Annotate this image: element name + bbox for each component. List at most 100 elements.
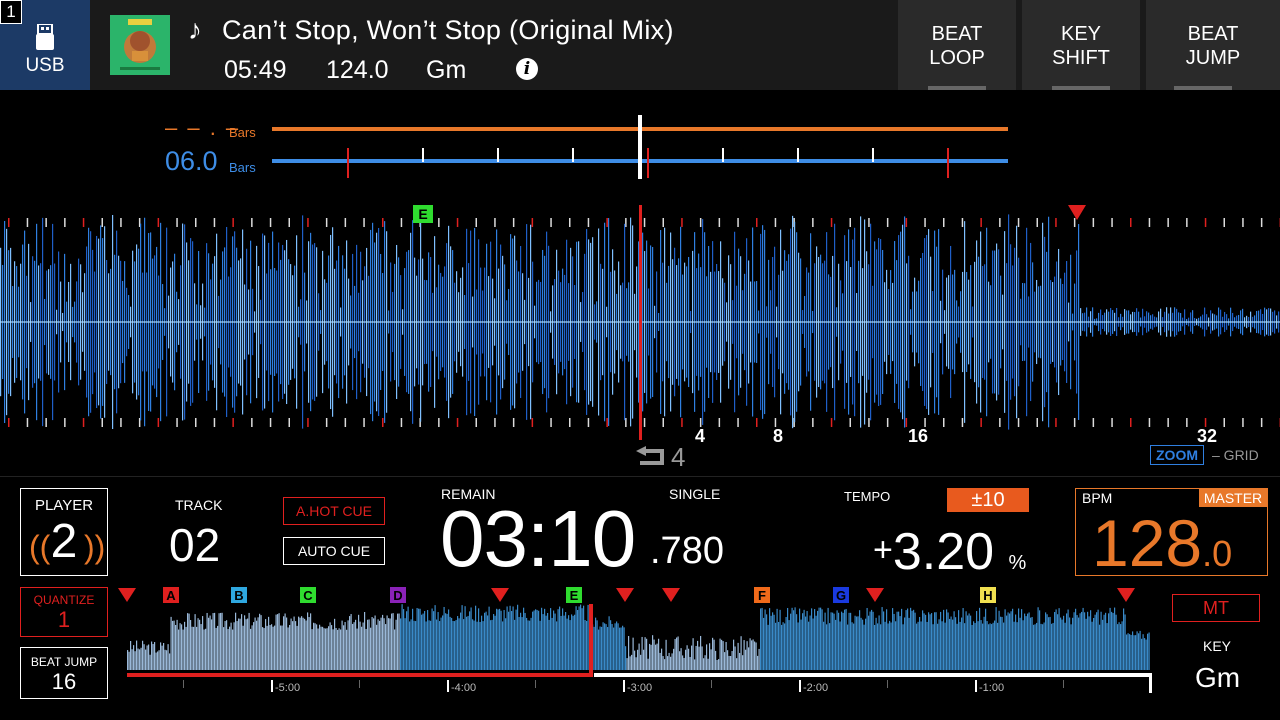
overview-bar (1024, 613, 1026, 670)
phase-meter (272, 115, 1008, 179)
overview-bar (635, 657, 637, 670)
overview-bar (458, 618, 460, 670)
overview-bar (1117, 624, 1119, 670)
overview-bar (845, 608, 847, 670)
overview-bar (490, 620, 492, 670)
beat-tick-top (8, 218, 10, 227)
track-length: 05:49 (224, 56, 287, 84)
bpm-decimal: .0 (1202, 533, 1233, 574)
overview-bar (413, 620, 415, 670)
grid-mode-label[interactable]: – GRID (1212, 447, 1259, 463)
overview-bar (494, 615, 496, 670)
overview-bar (727, 650, 729, 670)
beat-tick-bottom (64, 418, 66, 427)
key-shift-button[interactable]: KEY SHIFT (1022, 0, 1140, 90)
overview-bar (130, 640, 132, 670)
overview-bar (355, 619, 357, 670)
overview-bar (497, 609, 499, 670)
overview-bar (820, 607, 822, 670)
beat-jump-top-button[interactable]: BEAT JUMP (1146, 0, 1280, 90)
overview-bar (167, 644, 169, 670)
usb-icon (36, 24, 54, 50)
overview-bar (337, 629, 339, 670)
overview-bar (833, 613, 835, 670)
overview-bar (436, 619, 438, 670)
info-icon[interactable]: i (516, 58, 538, 80)
overview-hot-cues: A B C D E F G H (118, 587, 1135, 603)
overview-bar (211, 619, 213, 670)
source-usb-button[interactable]: 1 USB (0, 0, 90, 90)
overview-bar (830, 612, 832, 670)
overview-bar (970, 615, 972, 670)
beat-tick-bottom (756, 418, 758, 427)
beat-tick-bottom (999, 418, 1001, 427)
overview-bar (484, 612, 486, 670)
overview-bar (656, 643, 658, 670)
overview-bar (754, 641, 756, 670)
beat-tick-bottom (213, 418, 216, 427)
auto-cue-button[interactable]: AUTO CUE (283, 537, 385, 565)
overview-bar (580, 604, 582, 670)
overview-bar (973, 621, 975, 670)
beat-tick-top (475, 218, 477, 227)
overview-bar (424, 611, 426, 670)
beat-tick-bottom (195, 418, 197, 427)
beat-tick-top (1111, 218, 1113, 227)
overview-bar (1129, 634, 1131, 670)
beat-tick-bottom (8, 418, 10, 427)
overview-bar (929, 614, 931, 670)
overview-bar (239, 618, 241, 670)
main-waveform[interactable]: E (0, 200, 1280, 440)
zoom-mode-label[interactable]: ZOOM (1150, 445, 1204, 465)
overview-bar (131, 649, 133, 670)
source-label: USB (25, 55, 65, 76)
overview-bar (500, 610, 502, 670)
beat-tick-bottom (830, 418, 833, 427)
overview-minor-tick (535, 680, 536, 688)
overview-bar (217, 625, 219, 670)
overview-bar (788, 620, 790, 670)
beat-tick-bottom (1260, 418, 1263, 427)
overview-bar (1052, 622, 1054, 670)
beat-tick-bottom (512, 418, 515, 427)
beat-jump-label: BEAT JUMP (30, 655, 98, 669)
overview-bar (766, 614, 768, 670)
overview-bar (464, 606, 466, 670)
beat-tick-top (587, 218, 590, 227)
overview-bar (260, 615, 262, 670)
overview-bar (460, 612, 462, 670)
overview-bar (236, 621, 238, 670)
beat-loop-button[interactable]: BEAT LOOP (898, 0, 1016, 90)
overview-bar (847, 624, 849, 670)
overview-waveform[interactable]: A B C D E F G H -5:00 -4:00 -3:00 -2:00 -1:00 (110, 582, 1160, 700)
overview-bar (154, 642, 156, 670)
overview-bar (796, 614, 798, 670)
overview-bar (212, 613, 214, 670)
overview-bar (266, 625, 268, 670)
beat-tick-top (1092, 218, 1095, 227)
overview-bar (1132, 631, 1134, 670)
overview-bar (346, 629, 348, 670)
overview-major-tick (447, 680, 449, 692)
overview-bar (728, 655, 730, 670)
overview-bar (923, 613, 925, 670)
overview-bar (214, 612, 216, 670)
overview-bar (1094, 614, 1096, 670)
overview-bar (328, 626, 330, 670)
beat-tick-bottom (550, 418, 552, 427)
overview-bar (233, 622, 235, 670)
quantize-box[interactable]: QUANTIZE 1 (20, 587, 108, 637)
overview-bar (151, 641, 153, 670)
phase-tick (497, 148, 499, 162)
beat-jump-box[interactable]: BEAT JUMP 16 (20, 647, 108, 699)
master-tempo-button[interactable]: MT (1172, 594, 1260, 622)
overview-bar (1019, 617, 1021, 670)
beat-tick-top (1167, 218, 1169, 227)
overview-bar (815, 615, 817, 670)
overview-bar (485, 611, 487, 670)
overview-bar (271, 624, 273, 670)
overview-bar (391, 613, 393, 670)
auto-hot-cue-button[interactable]: A.HOT CUE (283, 497, 385, 525)
overview-bar (596, 620, 598, 670)
track-title: Can’t Stop, Won’t Stop (Original Mix) (222, 15, 674, 45)
